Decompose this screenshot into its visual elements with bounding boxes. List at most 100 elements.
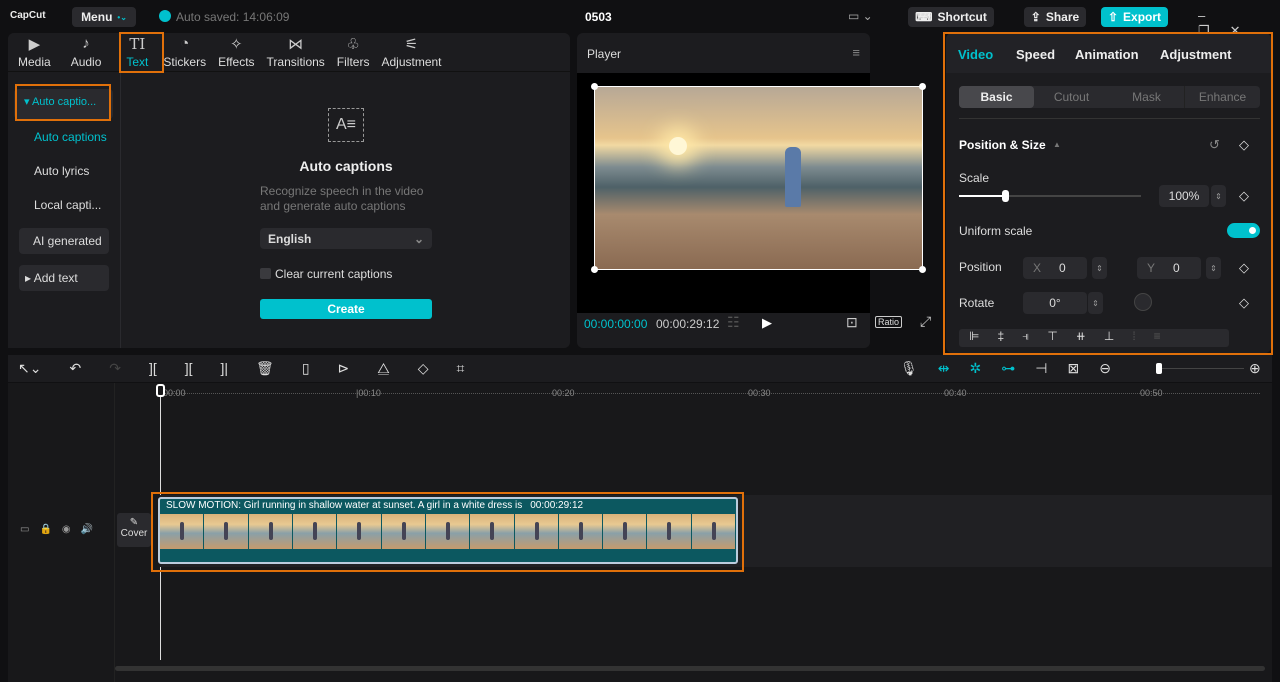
position-x-stepper[interactable]: ⇕: [1092, 257, 1107, 279]
uniform-scale-toggle[interactable]: [1227, 223, 1260, 238]
subtab-basic[interactable]: Basic: [959, 86, 1034, 108]
rotate-dial[interactable]: [1134, 293, 1152, 311]
tab-stickers[interactable]: ◔ Stickers: [157, 33, 212, 71]
subtab-enhance[interactable]: Enhance: [1184, 86, 1260, 108]
position-size-heading[interactable]: Position & Size: [959, 138, 1046, 152]
zoom-slider-knob[interactable]: [1156, 363, 1162, 374]
scale-slider-knob[interactable]: [1001, 190, 1009, 202]
keyframe-icon[interactable]: ◇: [1239, 137, 1249, 153]
position-y-input[interactable]: Y0: [1137, 257, 1201, 279]
resize-handle[interactable]: [591, 266, 598, 273]
share-button[interactable]: ⇪ Share: [1024, 7, 1086, 27]
split-left-icon[interactable]: ][: [185, 360, 193, 377]
tab-adjustment-props[interactable]: Adjustment: [1160, 47, 1232, 62]
preview-axis-icon[interactable]: ⊠: [1067, 360, 1079, 377]
distribute-v-icon[interactable]: ≡: [1154, 329, 1161, 347]
tab-video[interactable]: Video: [958, 47, 993, 62]
keyframe-icon[interactable]: ◇: [1239, 295, 1249, 311]
reverse-icon[interactable]: ⊳: [338, 360, 350, 377]
sidebar-item-auto-lyrics[interactable]: Auto lyrics: [34, 164, 89, 178]
subtab-mask[interactable]: Mask: [1109, 86, 1184, 108]
rotate-icon[interactable]: ◇: [418, 360, 429, 377]
fullscreen-icon[interactable]: ⤢: [920, 313, 931, 330]
split-preview-icon[interactable]: ⊣: [1035, 360, 1047, 377]
align-bottom-icon[interactable]: ⊥: [1104, 329, 1114, 347]
select-tool-icon[interactable]: ↖⌄: [18, 360, 41, 377]
zoom-out-icon[interactable]: ⊖: [1099, 360, 1111, 377]
tab-text[interactable]: TI Text: [117, 33, 157, 71]
zoom-in-icon[interactable]: ⊕: [1249, 360, 1261, 377]
tab-transitions[interactable]: ⋈ Transitions: [261, 33, 331, 71]
undo-icon[interactable]: ↶: [69, 360, 81, 377]
position-y-stepper[interactable]: ⇕: [1206, 257, 1221, 279]
language-select[interactable]: English ⌄: [260, 228, 432, 249]
lock-icon[interactable]: 🔒: [39, 524, 51, 535]
clear-captions-checkbox[interactable]: [260, 268, 271, 279]
delete-icon[interactable]: 🗑: [256, 360, 274, 377]
split-right-icon[interactable]: ]|: [221, 360, 229, 377]
linkage-icon[interactable]: ⊶: [1001, 360, 1015, 377]
sidebar-item-auto-captions[interactable]: Auto captions: [34, 130, 107, 144]
fit-icon[interactable]: ⊡: [846, 314, 858, 331]
microphone-icon[interactable]: 🎙: [900, 360, 918, 377]
subtab-cutout[interactable]: Cutout: [1034, 86, 1109, 108]
crop-icon[interactable]: ⌗: [457, 360, 465, 377]
track-thumbnail-icon[interactable]: ▭: [20, 524, 29, 535]
rotate-stepper[interactable]: ⇕: [1088, 292, 1103, 314]
playhead-handle[interactable]: [156, 384, 165, 397]
menu-icon[interactable]: ≡: [852, 45, 860, 60]
auto-snap-icon[interactable]: ✲: [970, 360, 982, 377]
align-top-icon[interactable]: ⊤: [1047, 329, 1057, 347]
create-button[interactable]: Create: [260, 299, 432, 319]
position-x-input[interactable]: X0: [1023, 257, 1087, 279]
rotate-input[interactable]: 0°: [1023, 292, 1087, 314]
shortcut-button[interactable]: ⌨ Shortcut: [908, 7, 994, 27]
distribute-h-icon[interactable]: ⁞: [1132, 329, 1135, 347]
tab-effects[interactable]: ✧ Effects: [212, 33, 260, 71]
tab-adjustment[interactable]: ⚟ Adjustment: [375, 33, 447, 71]
scale-input[interactable]: 100%: [1159, 185, 1209, 207]
tab-audio[interactable]: ♪ Audio: [65, 33, 108, 71]
export-button[interactable]: ⇧ Export: [1101, 7, 1168, 27]
tab-speed[interactable]: Speed: [1016, 47, 1055, 62]
sidebar-item-local-captions[interactable]: Local capti...: [34, 198, 101, 212]
freeze-icon[interactable]: ▯: [302, 360, 310, 377]
tab-animation[interactable]: Animation: [1075, 47, 1139, 62]
align-left-icon[interactable]: ⊫: [969, 329, 979, 347]
timeline-grid-icon[interactable]: ☷: [727, 314, 740, 331]
horizontal-scrollbar[interactable]: [115, 666, 1265, 671]
sidebar-item-auto-captions-group[interactable]: ▾ Auto captio...: [14, 89, 113, 119]
split-icon[interactable]: ][: [149, 360, 157, 377]
video-preview[interactable]: [591, 83, 926, 273]
menu-button[interactable]: Menu •⌄: [72, 7, 136, 27]
align-center-h-icon[interactable]: ‡: [997, 329, 1004, 347]
video-clip[interactable]: SLOW MOTION: Girl running in shallow wat…: [158, 497, 738, 564]
cover-button[interactable]: ✎ Cover: [117, 513, 151, 547]
tab-filters[interactable]: ♧ Filters: [331, 33, 376, 71]
redo-icon[interactable]: ↷: [109, 360, 121, 377]
project-name[interactable]: 0503: [585, 10, 612, 24]
scale-stepper[interactable]: ⇕: [1211, 185, 1226, 207]
resize-handle[interactable]: [591, 83, 598, 90]
scale-slider[interactable]: [959, 190, 1141, 202]
keyframe-icon[interactable]: ◇: [1239, 260, 1249, 276]
tab-media[interactable]: ▶ Media: [12, 33, 57, 71]
keyframe-icon[interactable]: ◇: [1239, 188, 1249, 204]
ruler[interactable]: [160, 393, 1260, 394]
eye-icon[interactable]: ◉: [62, 524, 71, 535]
audio-icon[interactable]: 🔊: [81, 524, 93, 535]
align-right-icon[interactable]: ⫣: [1022, 329, 1029, 347]
sidebar-item-add-text[interactable]: ▸ Add text: [19, 265, 109, 291]
align-center-v-icon[interactable]: ⧺: [1076, 329, 1086, 347]
reset-icon[interactable]: ↺: [1209, 137, 1220, 153]
caret-up-icon[interactable]: ▲: [1053, 140, 1061, 149]
zoom-slider[interactable]: [1156, 363, 1244, 374]
play-icon[interactable]: ▶: [762, 315, 772, 331]
resize-handle[interactable]: [919, 266, 926, 273]
mirror-icon[interactable]: ⧋: [377, 360, 390, 377]
layout-icon[interactable]: ▭ ⌄: [848, 9, 873, 23]
ratio-button[interactable]: Ratio: [875, 316, 903, 328]
resize-handle[interactable]: [919, 83, 926, 90]
main-track-magnet-icon[interactable]: ⇹: [938, 360, 950, 377]
sidebar-item-ai-generated[interactable]: AI generated: [19, 228, 109, 254]
